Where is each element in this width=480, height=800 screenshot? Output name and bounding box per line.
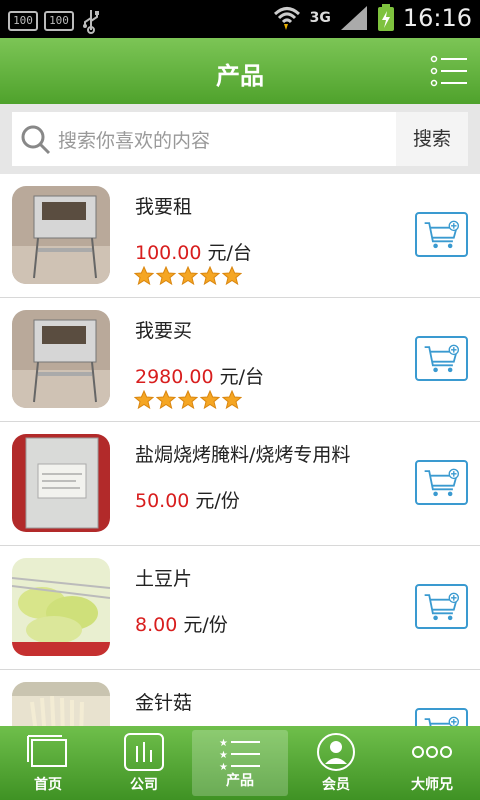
- search-input[interactable]: 搜索你喜欢的内容: [12, 112, 396, 166]
- product-image-grill: [12, 310, 110, 408]
- product-item[interactable]: 盐焗烧烤腌料/烧烤专用料 50.00 元/份: [0, 422, 480, 546]
- tab-label: 首页: [34, 777, 62, 793]
- member-icon: [317, 733, 355, 771]
- tab-products[interactable]: ★ ★ ★ 产品: [192, 730, 288, 796]
- search-icon: [21, 125, 51, 155]
- battery-icon: [377, 4, 394, 31]
- product-item[interactable]: 金针菇: [0, 670, 480, 726]
- star-icon: [222, 390, 242, 410]
- product-item[interactable]: 我要买 2980.00 元/台: [0, 298, 480, 422]
- product-image-grill: [12, 186, 110, 284]
- product-unit: 元/份: [195, 490, 240, 512]
- product-name: 盐焗烧烤腌料/烧烤专用料: [135, 444, 351, 466]
- star-icon: [178, 390, 198, 410]
- network-type: 3G: [309, 10, 331, 26]
- clock: 16:16: [402, 4, 472, 32]
- tab-label: 会员: [322, 777, 350, 793]
- add-to-cart-icon[interactable]: [415, 708, 468, 726]
- product-image-potato-slices: [12, 558, 110, 656]
- svg-text:★: ★: [219, 738, 228, 749]
- sim-1-indicator: 100: [8, 11, 38, 31]
- sim-2-indicator: 100: [44, 11, 74, 31]
- product-price: 8.00: [135, 614, 178, 636]
- product-name: 我要买: [135, 320, 193, 342]
- product-item[interactable]: 我要租 100.00 元/台: [0, 174, 480, 298]
- product-image-seasoning-bag: [12, 434, 110, 532]
- add-to-cart-icon[interactable]: [415, 460, 468, 505]
- product-item[interactable]: 土豆片 8.00 元/份: [0, 546, 480, 670]
- svg-text:★: ★: [219, 750, 228, 761]
- product-image-enoki: [12, 682, 110, 726]
- tab-member[interactable]: 会员: [288, 726, 384, 800]
- app-header: 产品: [0, 38, 480, 104]
- product-name: 金针菇: [135, 692, 193, 714]
- star-icon: [200, 390, 220, 410]
- tab-label: 产品: [226, 773, 254, 789]
- company-icon: [124, 733, 164, 771]
- product-list: 我要租 100.00 元/台 我要买 2980.00 元/台 盐焗烧烤腌料/烧烤…: [0, 174, 480, 726]
- add-to-cart-icon[interactable]: [415, 212, 468, 257]
- product-unit: 元/份: [183, 614, 228, 636]
- product-name: 土豆片: [135, 568, 193, 590]
- more-icon: [412, 746, 452, 758]
- product-price-row: 8.00 元/份: [135, 610, 228, 637]
- usb-icon: [83, 10, 99, 34]
- product-name: 我要租: [135, 196, 193, 218]
- tab-label: 公司: [130, 777, 158, 793]
- add-to-cart-icon[interactable]: [415, 336, 468, 381]
- home-icon: [27, 735, 67, 767]
- tab-more[interactable]: 大师兄: [384, 726, 480, 800]
- status-bar: 100 100 3G 16:16: [0, 0, 480, 38]
- star-icon: [222, 266, 242, 286]
- product-price-row: 100.00 元/台: [135, 238, 252, 265]
- tab-label: 大师兄: [411, 777, 453, 793]
- product-price-row: 50.00 元/份: [135, 486, 240, 513]
- signal-icon: [340, 6, 367, 30]
- star-icon: [200, 266, 220, 286]
- product-unit: 元/台: [207, 242, 252, 264]
- menu-list-icon[interactable]: [430, 54, 468, 88]
- tab-company[interactable]: 公司: [96, 726, 192, 800]
- search-placeholder: 搜索你喜欢的内容: [58, 130, 211, 152]
- product-unit: 元/台: [219, 366, 264, 388]
- product-price: 2980.00: [135, 366, 214, 388]
- star-icon: [178, 266, 198, 286]
- add-to-cart-icon[interactable]: [415, 584, 468, 629]
- tab-home[interactable]: 首页: [0, 726, 96, 800]
- product-price-row: 2980.00 元/台: [135, 362, 264, 389]
- search-bar: 搜索你喜欢的内容 搜索: [0, 104, 480, 174]
- star-icon: [134, 390, 154, 410]
- wifi-icon: [273, 7, 300, 30]
- star-icon: [156, 266, 176, 286]
- page-title: 产品: [216, 62, 264, 90]
- bottom-nav: 首页 公司 ★ ★ ★ 产品 会员 大师兄: [0, 726, 480, 800]
- product-price: 100.00: [135, 242, 202, 264]
- star-icon: [156, 390, 176, 410]
- star-icon: [134, 266, 154, 286]
- star-rating: [134, 390, 242, 410]
- search-button[interactable]: 搜索: [396, 112, 468, 166]
- product-price: 50.00: [135, 490, 190, 512]
- star-rating: [134, 266, 242, 286]
